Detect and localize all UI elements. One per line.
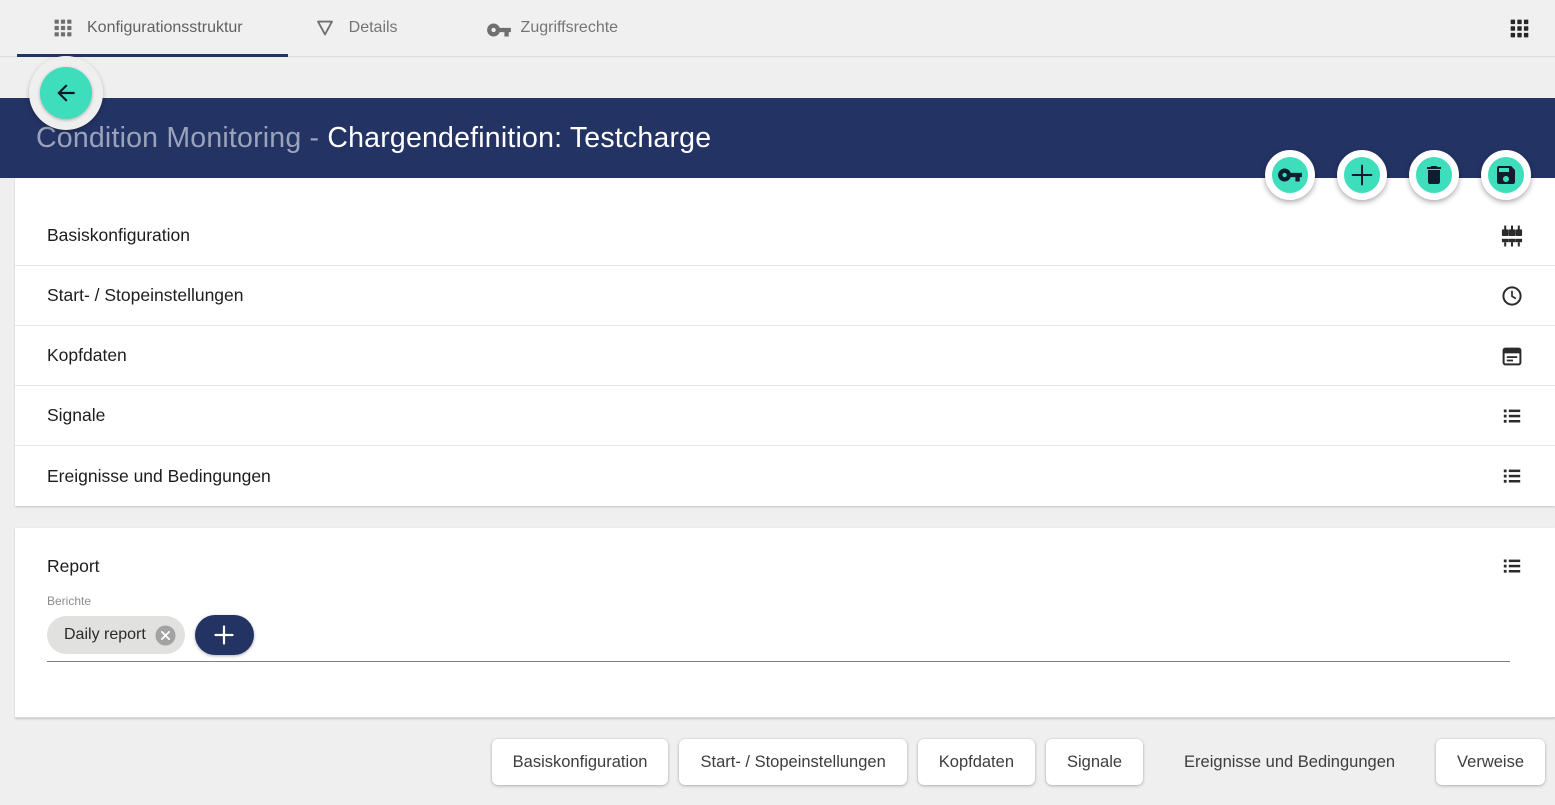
section-row-label: Signale [47,405,1500,426]
page-title: Condition Monitoring - Chargendefinition… [36,124,711,153]
section-row-label: Ereignisse und Bedingungen [47,466,1500,487]
grid-icon [52,17,74,39]
top-tab-bar: Konfigurationsstruktur Details Zugriffsr… [0,0,1555,57]
sliders-icon [1500,224,1524,248]
list-icon [1500,404,1524,428]
section-row-kopfdaten[interactable]: Kopfdaten [15,326,1555,386]
bottom-nav-verweise[interactable]: Verweise [1436,739,1545,785]
section-row-start-stopeinstellungen[interactable]: Start- / Stopeinstellungen [15,266,1555,326]
clock-icon [1500,284,1524,308]
report-chip[interactable]: Daily report [47,616,185,654]
section-row-ereignisse-und-bedingungen[interactable]: Ereignisse und Bedingungen [15,446,1555,506]
permissions-button[interactable] [1265,150,1315,200]
tab-label: Details [349,19,398,37]
key-icon [486,17,508,39]
save-icon [1494,163,1518,187]
report-title: Report [47,556,1500,577]
section-row-label: Kopfdaten [47,345,1500,366]
calendar-icon [1500,344,1524,368]
back-button-halo [29,56,103,130]
delete-button[interactable] [1409,150,1459,200]
back-button[interactable] [40,67,92,119]
app-header: Condition Monitoring - Chargendefinition… [0,98,1555,178]
section-row-label: Basiskonfiguration [47,225,1500,246]
bottom-nav-signale[interactable]: Signale [1046,739,1143,785]
header-action-buttons [1265,150,1531,200]
bottom-nav-kopfdaten[interactable]: Kopfdaten [918,739,1035,785]
spacer [0,506,1555,528]
section-row-label: Start- / Stopeinstellungen [47,285,1500,306]
save-button[interactable] [1481,150,1531,200]
bottom-navigation-bar: BasiskonfigurationStart- / Stopeinstellu… [0,739,1555,785]
add-button[interactable] [1337,150,1387,200]
section-row-basiskonfiguration[interactable]: Basiskonfiguration [15,206,1555,266]
spacer [0,57,1555,98]
page-title-main: Chargendefinition: Testcharge [327,122,711,154]
bottom-nav-ereignisse-und-bedingungen[interactable]: Ereignisse und Bedingungen [1154,739,1425,785]
report-card: Report Berichte Daily report [15,528,1555,718]
berichte-chip-row: Daily report [47,615,1524,655]
trash-icon [1422,163,1446,187]
list-icon [1500,464,1524,488]
report-chip-label: Daily report [64,626,146,644]
configuration-sections-card: Basiskonfiguration Start- / Stopeinstellu… [15,178,1555,506]
tab-details[interactable]: Details [314,0,398,56]
bottom-nav-basiskonfiguration[interactable]: Basiskonfiguration [492,739,669,785]
add-report-button[interactable] [195,615,254,655]
apps-grid-button[interactable] [1508,17,1531,40]
arrow-back-icon [53,80,79,106]
tab-zugriffsrechte[interactable]: Zugriffsrechte [486,0,619,56]
tab-label: Konfigurationsstruktur [87,19,243,37]
filter-icon [314,17,336,39]
key-icon [1277,162,1303,188]
chip-remove-icon[interactable] [155,625,176,646]
tab-konfigurationsstruktur[interactable]: Konfigurationsstruktur [52,0,243,56]
plus-icon [1347,160,1377,190]
report-header-row[interactable]: Report [47,528,1524,578]
berichte-field-label: Berichte [47,594,1524,608]
plus-icon [212,623,236,647]
field-underline [47,661,1510,662]
list-icon [1500,554,1524,578]
section-row-signale[interactable]: Signale [15,386,1555,446]
tab-label: Zugriffsrechte [521,19,619,37]
bottom-nav-start-stopeinstellungen[interactable]: Start- / Stopeinstellungen [679,739,906,785]
